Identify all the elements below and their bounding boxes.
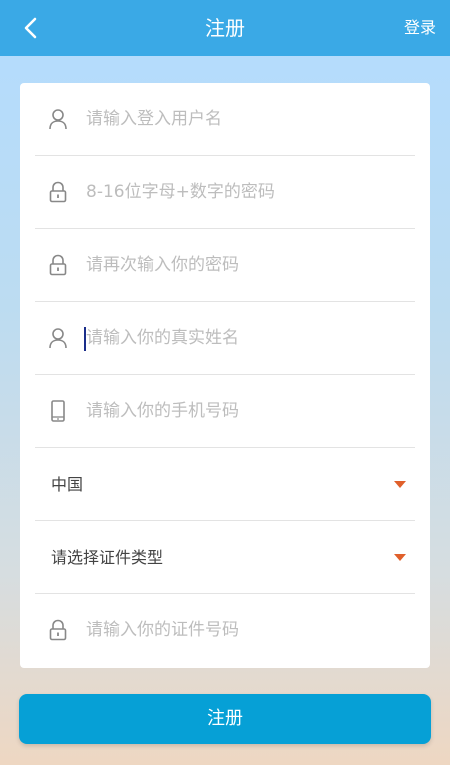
page-title: 注册 — [205, 16, 245, 40]
phone-icon — [51, 400, 65, 422]
password-field[interactable]: 8-16位字母+数字的密码 — [35, 156, 415, 229]
register-form-card: 请输入登入用户名 8-16位字母+数字的密码 请再次输入你的密码 请输入你的真实… — [20, 83, 430, 668]
password-confirm-placeholder: 请再次输入你的密码 — [86, 255, 239, 275]
password-placeholder: 8-16位字母+数字的密码 — [86, 182, 275, 202]
register-page: 注册 登录 请输入登入用户名 8-16位字母+数字的密码 请再次输入你的密码 请… — [0, 0, 450, 765]
phone-placeholder: 请输入你的手机号码 — [86, 401, 239, 421]
user-icon — [49, 328, 67, 349]
user-icon — [49, 109, 67, 130]
lock-icon — [49, 619, 67, 641]
id-type-select[interactable]: 请选择证件类型 — [35, 521, 415, 594]
login-link[interactable]: 登录 — [404, 0, 436, 56]
username-placeholder: 请输入登入用户名 — [86, 109, 222, 129]
id-type-value: 请选择证件类型 — [51, 548, 164, 567]
caret-down-icon — [394, 554, 406, 561]
header-bar: 注册 登录 — [0, 0, 450, 56]
country-value: 中国 — [51, 475, 84, 494]
real-name-placeholder: 请输入你的真实姓名 — [86, 328, 239, 348]
lock-icon — [49, 181, 67, 203]
password-confirm-field[interactable]: 请再次输入你的密码 — [35, 229, 415, 302]
id-number-field[interactable]: 请输入你的证件号码 — [35, 594, 415, 667]
register-button[interactable]: 注册 — [19, 694, 431, 744]
country-select[interactable]: 中国 — [35, 448, 415, 521]
caret-down-icon — [394, 481, 406, 488]
username-field[interactable]: 请输入登入用户名 — [35, 83, 415, 156]
id-number-placeholder: 请输入你的证件号码 — [86, 620, 239, 640]
lock-icon — [49, 254, 67, 276]
real-name-field[interactable]: 请输入你的真实姓名 — [35, 302, 415, 375]
phone-field[interactable]: 请输入你的手机号码 — [35, 375, 415, 448]
